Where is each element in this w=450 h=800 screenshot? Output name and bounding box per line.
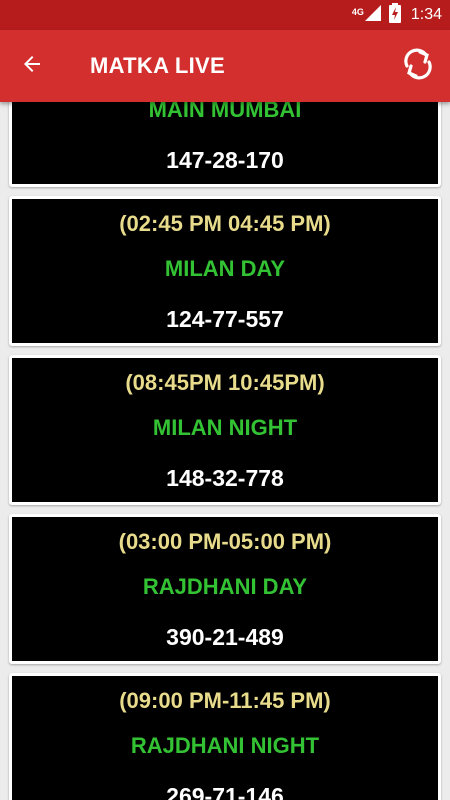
refresh-button[interactable]: [398, 46, 438, 86]
market-result: 269-71-146: [166, 783, 284, 800]
market-list-content: MAIN MUMBAI 147-28-170 (02:45 PM 04:45 P…: [0, 102, 450, 800]
market-name: RAJDHANI NIGHT: [130, 733, 320, 758]
signal-icon: [364, 4, 381, 26]
market-result: 148-32-778: [166, 465, 284, 491]
market-name: RAJDHANI DAY: [142, 574, 308, 599]
market-card[interactable]: MAIN MUMBAI 147-28-170: [9, 102, 441, 187]
market-card[interactable]: (03:00 PM-05:00 PM) RAJDHANI DAY 390-21-…: [9, 514, 441, 664]
market-name: MILAN DAY: [164, 256, 286, 281]
market-time: (09:00 PM-11:45 PM): [119, 688, 331, 713]
status-icons: 4G 1:34: [352, 0, 442, 30]
arrow-back-icon: [20, 52, 44, 80]
market-card[interactable]: (08:45PM 10:45PM) MILAN NIGHT 148-32-778: [9, 355, 441, 505]
market-list[interactable]: MAIN MUMBAI 147-28-170 (02:45 PM 04:45 P…: [0, 102, 450, 800]
app-title: MATKA LIVE: [90, 53, 225, 78]
market-result: 147-28-170: [166, 147, 284, 173]
market-time: (03:00 PM-05:00 PM): [118, 529, 332, 554]
back-button[interactable]: [14, 48, 50, 84]
market-name: MAIN MUMBAI: [148, 102, 302, 122]
status-bar: 4G 1:34: [0, 0, 450, 30]
clock: 1:34: [410, 6, 442, 23]
battery-charging-icon: [388, 2, 401, 28]
market-card[interactable]: (02:45 PM 04:45 PM) MILAN DAY 124-77-557: [9, 196, 441, 346]
network-indicator: 4G: [351, 4, 381, 26]
app-bar: MATKA LIVE: [0, 30, 450, 102]
market-card[interactable]: (09:00 PM-11:45 PM) RAJDHANI NIGHT 269-7…: [9, 673, 441, 800]
market-time: (08:45PM 10:45PM): [125, 370, 325, 395]
network-type-label: 4G: [351, 6, 364, 17]
refresh-icon: [400, 46, 436, 86]
market-time: (02:45 PM 04:45 PM): [119, 211, 331, 236]
market-result: 124-77-557: [166, 306, 284, 332]
market-result: 390-21-489: [166, 624, 284, 650]
market-name: MILAN NIGHT: [152, 415, 298, 440]
